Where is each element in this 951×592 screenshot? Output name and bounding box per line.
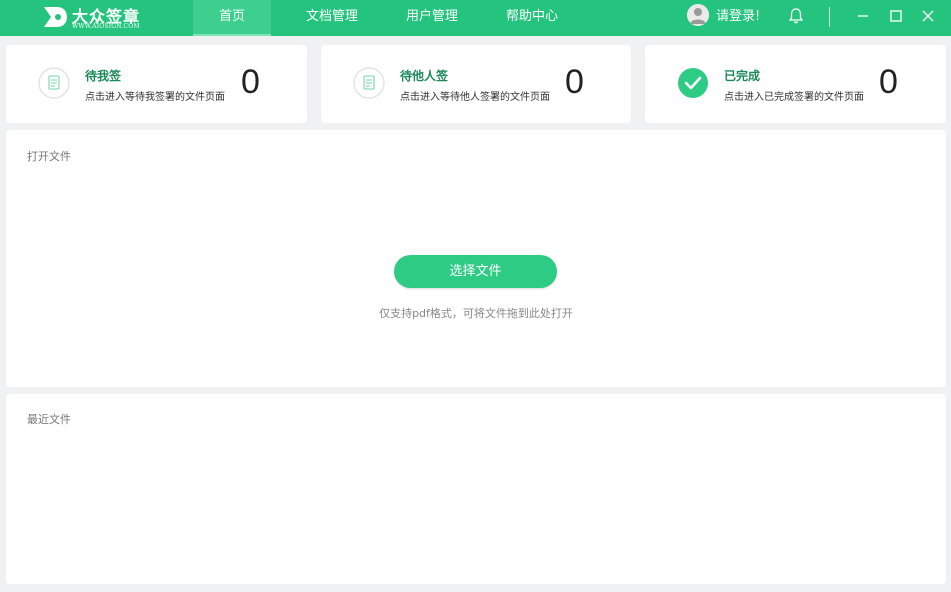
document-icon [38,67,70,99]
app-logo: 大众签章 WWW.AIOSIGN.COM [42,3,152,33]
card-count: 0 [241,63,260,101]
open-file-panel[interactable]: 打开文件 选择文件 仅支持pdf格式，可将文件拖到此处打开 [6,130,946,387]
bell-icon[interactable] [786,6,806,26]
card-title: 已完成 [724,69,761,83]
card-completed[interactable]: 已完成 点击进入已完成签署的文件页面 0 [645,45,946,123]
card-pending-me[interactable]: 待我签 点击进入等待我签署的文件页面 0 [6,45,307,123]
open-file-title: 打开文件 [27,150,71,163]
title-bar: 大众签章 WWW.AIOSIGN.COM 首页 文档管理 用户管理 帮助中心 请… [0,0,951,36]
card-count: 0 [565,63,584,101]
minimize-icon[interactable] [853,6,873,26]
close-icon[interactable] [918,6,938,26]
card-title: 待我签 [85,69,122,83]
card-count: 0 [879,63,898,101]
choose-file-button[interactable]: 选择文件 [394,255,557,288]
card-pending-others[interactable]: 待他人签 点击进入等待他人签署的文件页面 0 [321,45,631,123]
user-avatar-icon[interactable] [687,4,709,26]
drop-hint: 仅支持pdf格式，可将文件拖到此处打开 [379,307,573,320]
nav-home[interactable]: 首页 [193,0,271,36]
card-title: 待他人签 [400,69,449,83]
card-description: 点击进入等待我签署的文件页面 [85,92,225,103]
card-description: 点击进入等待他人签署的文件页面 [400,92,550,103]
nav-documents[interactable]: 文档管理 [293,0,371,36]
logo-subtext: WWW.AIOSIGN.COM [72,23,140,30]
card-description: 点击进入已完成签署的文件页面 [724,92,864,103]
maximize-icon[interactable] [886,6,906,26]
nav-users[interactable]: 用户管理 [393,0,471,36]
document-icon [353,67,385,99]
recent-files-panel: 最近文件 [6,394,946,584]
titlebar-separator [829,7,830,27]
logo-icon [44,7,67,27]
recent-files-title: 最近文件 [27,413,71,426]
nav-help[interactable]: 帮助中心 [493,0,571,36]
login-link[interactable]: 请登录! [716,0,760,34]
check-icon [678,68,708,98]
